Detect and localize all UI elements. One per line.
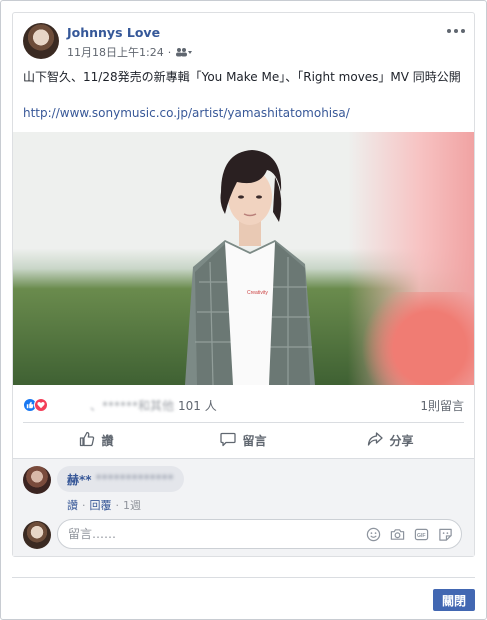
- comment-like-link[interactable]: 讚: [67, 497, 78, 513]
- svg-text:Creativity: Creativity: [247, 290, 268, 296]
- sticker-icon[interactable]: [437, 526, 453, 542]
- comment-input-icons: GIF: [365, 526, 453, 542]
- author-avatar[interactable]: [23, 23, 59, 59]
- share-arrow-icon: [367, 431, 384, 450]
- commenter-avatar[interactable]: [23, 466, 51, 494]
- close-button[interactable]: 關閉: [433, 589, 475, 611]
- photo-red-blur: [358, 292, 474, 385]
- share-label: 分享: [389, 433, 414, 448]
- separator-dot: ·: [115, 498, 120, 512]
- post-photo[interactable]: Creativity: [13, 132, 474, 385]
- author-name[interactable]: Johnnys Love: [67, 25, 160, 40]
- friends-icon[interactable]: [175, 47, 193, 57]
- comment-input-box: GIF: [57, 519, 462, 549]
- comment-label: 留言: [242, 433, 267, 448]
- current-user-avatar: [23, 521, 51, 549]
- post-card: Johnnys Love 11月18日上午1:24 · 山下智久、11/28発売…: [12, 12, 475, 557]
- divider: [23, 422, 464, 423]
- emoji-icon[interactable]: [365, 526, 381, 542]
- comment-reply-link[interactable]: 回覆: [90, 497, 112, 513]
- post-timestamp[interactable]: 11月18日上午1:24: [67, 44, 164, 60]
- like-label: 讚: [101, 433, 114, 448]
- post-link[interactable]: http://www.sonymusic.co.jp/artist/yamash…: [23, 106, 350, 120]
- comment-text: *************: [95, 472, 174, 486]
- like-button[interactable]: 讚: [23, 425, 170, 455]
- share-button[interactable]: 分享: [317, 425, 464, 455]
- post-meta: 11月18日上午1:24 ·: [67, 44, 193, 60]
- reaction-count[interactable]: 101 人: [178, 397, 217, 414]
- separator-dot: ·: [82, 498, 86, 512]
- comment-input[interactable]: [68, 521, 348, 547]
- camera-icon[interactable]: [389, 526, 405, 542]
- reactor-names[interactable]: 、******和其他: [54, 397, 174, 414]
- post-text: 山下智久、11/28発売の新專輯「You Make Me」、「Right mov…: [23, 70, 461, 84]
- action-bar: 讚 留言 分享: [23, 425, 464, 455]
- speech-bubble-icon: [220, 431, 237, 450]
- person-photo: Creativity: [185, 150, 315, 385]
- comment-author[interactable]: 赫**: [67, 471, 92, 488]
- svg-text:GIF: GIF: [417, 532, 426, 538]
- reaction-icons[interactable]: [23, 398, 48, 412]
- thumbs-up-icon: [79, 431, 95, 450]
- comment-actions: 讚 · 回覆 · 1週: [67, 497, 141, 513]
- footer-divider: [12, 577, 475, 578]
- gif-icon[interactable]: GIF: [413, 526, 429, 542]
- comment-count[interactable]: 1則留言: [420, 397, 464, 414]
- comment-button[interactable]: 留言: [170, 425, 317, 455]
- more-options-icon[interactable]: [447, 26, 465, 36]
- reaction-summary: 、******和其他 101 人 1則留言: [23, 396, 464, 414]
- comment-bubble: 赫** *************: [57, 466, 184, 492]
- love-reaction-icon: [34, 398, 48, 412]
- meta-dot: ·: [167, 45, 172, 59]
- comment-time[interactable]: 1週: [123, 497, 141, 513]
- comments-section: 赫** ************* 讚 · 回覆 · 1週 GIF: [13, 458, 474, 556]
